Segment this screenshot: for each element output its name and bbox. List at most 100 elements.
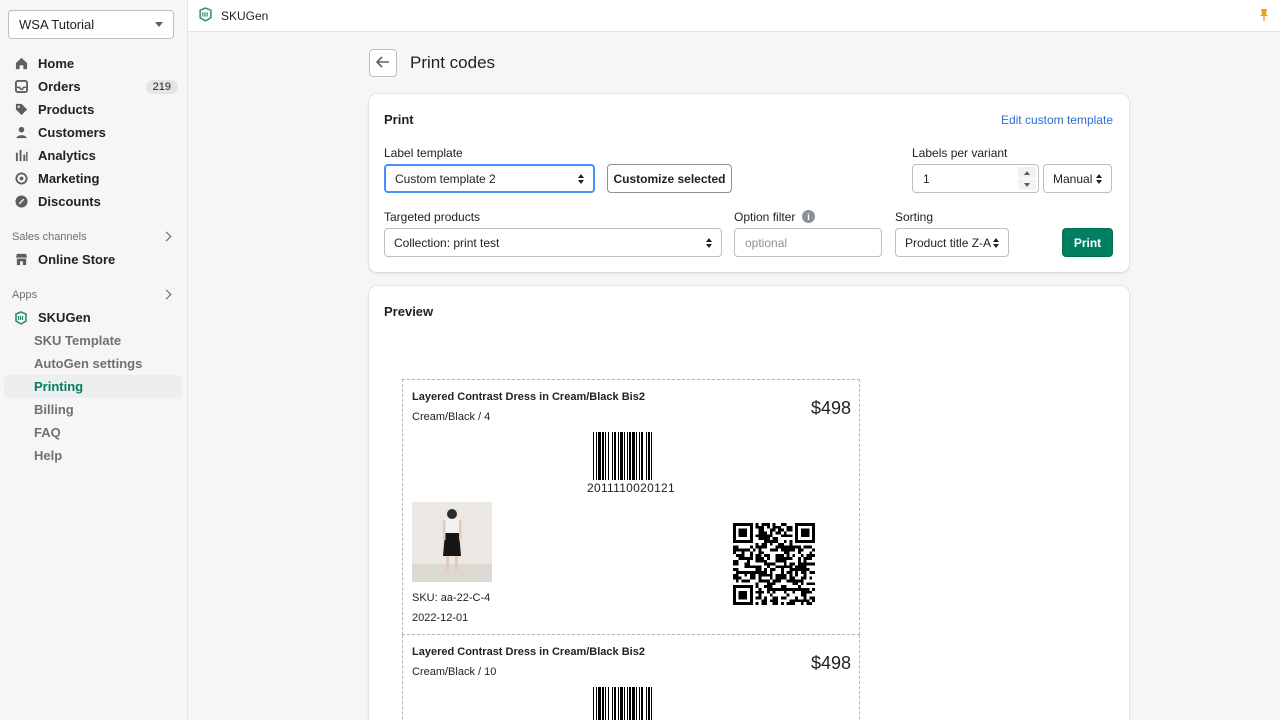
label-date: 2022-12-01 bbox=[412, 612, 469, 624]
labels-mode-select[interactable]: Manual bbox=[1043, 164, 1112, 193]
sidebar-item-label: Analytics bbox=[38, 148, 96, 163]
sidebar-item-faq[interactable]: FAQ bbox=[4, 421, 182, 444]
arrow-left-icon bbox=[375, 55, 390, 71]
select-arrows-icon bbox=[1096, 173, 1102, 184]
sidebar-item-sku-template[interactable]: SKU Template bbox=[4, 329, 182, 352]
sidebar-item-label: Online Store bbox=[38, 252, 116, 267]
store-name: WSA Tutorial bbox=[19, 17, 95, 32]
app-name: SKUGen bbox=[221, 8, 269, 23]
sidebar: WSA Tutorial Home Orders 219 Products Cu… bbox=[0, 0, 188, 720]
labels-per-variant-label: Labels per variant bbox=[912, 146, 1008, 160]
label-preview: Layered Contrast Dress in Cream/Black Bi… bbox=[402, 379, 860, 635]
sidebar-item-label: Discounts bbox=[38, 194, 101, 209]
select-arrows-icon bbox=[993, 237, 999, 248]
sidebar-item-autogen-settings[interactable]: AutoGen settings bbox=[4, 352, 182, 375]
sidebar-item-label: Marketing bbox=[38, 171, 100, 186]
home-icon bbox=[14, 57, 28, 71]
targeted-products-label: Targeted products bbox=[384, 210, 481, 224]
skugen-icon bbox=[14, 310, 28, 325]
customize-selected-button[interactable]: Customize selected bbox=[607, 164, 732, 193]
sidebar-item-label: Home bbox=[38, 56, 75, 71]
skugen-icon bbox=[198, 6, 213, 25]
barcode-image bbox=[593, 687, 652, 720]
barcode-number: 2011110020121 bbox=[587, 481, 675, 495]
sorting-label: Sorting bbox=[895, 210, 934, 224]
sidebar-item-customers[interactable]: Customers bbox=[4, 121, 182, 144]
option-filter-input[interactable]: optional bbox=[734, 228, 882, 257]
discount-icon bbox=[14, 195, 28, 209]
orders-count-badge: 219 bbox=[145, 79, 178, 94]
sidebar-item-online-store[interactable]: Online Store bbox=[4, 248, 182, 271]
label-product-title: Layered Contrast Dress in Cream/Black Bi… bbox=[412, 391, 645, 403]
edit-custom-template-link[interactable]: Edit custom template bbox=[1001, 113, 1113, 127]
print-card: Print Edit custom template Label templat… bbox=[369, 94, 1129, 272]
person-icon bbox=[14, 126, 28, 140]
bar-chart-icon bbox=[14, 149, 28, 163]
main-nav: Home Orders 219 Products Customers Analy… bbox=[4, 52, 182, 467]
store-icon bbox=[14, 253, 28, 267]
labels-mode-value: Manual bbox=[1053, 171, 1093, 186]
sidebar-item-skugen[interactable]: SKUGen bbox=[4, 306, 182, 329]
label-sku: SKU: aa-22-C-4 bbox=[412, 592, 491, 604]
preview-card: Preview Layered Contrast Dress in Cream/… bbox=[369, 286, 1129, 720]
label-product-title: Layered Contrast Dress in Cream/Black Bi… bbox=[412, 646, 645, 658]
sidebar-item-analytics[interactable]: Analytics bbox=[4, 144, 182, 167]
sales-channels-label: Sales channels bbox=[12, 230, 87, 243]
sidebar-item-home[interactable]: Home bbox=[4, 52, 182, 75]
label-template-select[interactable]: Custom template 2 bbox=[384, 164, 595, 193]
select-arrows-icon bbox=[578, 173, 584, 184]
apps-label: Apps bbox=[12, 288, 38, 301]
sorting-select[interactable]: Product title Z-A bbox=[895, 228, 1009, 257]
chevron-down-icon bbox=[155, 22, 163, 27]
sales-channels-header[interactable]: Sales channels bbox=[4, 225, 182, 248]
sidebar-item-marketing[interactable]: Marketing bbox=[4, 167, 182, 190]
chevron-right-icon bbox=[161, 231, 172, 242]
labels-per-variant-value: 1 bbox=[923, 171, 930, 186]
targeted-products-select[interactable]: Collection: print test bbox=[384, 228, 722, 257]
sidebar-item-label: Products bbox=[38, 102, 95, 117]
orders-icon bbox=[14, 80, 28, 94]
select-arrows-icon bbox=[706, 237, 712, 248]
app-topbar: SKUGen bbox=[188, 0, 1280, 32]
sidebar-item-label: Customers bbox=[38, 125, 106, 140]
apps-header[interactable]: Apps bbox=[4, 283, 182, 306]
barcode-image bbox=[593, 432, 652, 480]
label-price: $498 bbox=[810, 653, 851, 673]
preview-title: Preview bbox=[384, 304, 434, 319]
label-price: $498 bbox=[810, 398, 851, 418]
labels-per-variant-input[interactable]: 1 bbox=[912, 164, 1039, 193]
label-template-value: Custom template 2 bbox=[395, 171, 496, 186]
option-filter-label: Option filter bbox=[734, 210, 796, 224]
pin-icon[interactable] bbox=[1258, 8, 1270, 25]
page-title: Print codes bbox=[410, 53, 496, 72]
back-button[interactable] bbox=[369, 49, 397, 77]
info-icon[interactable]: i bbox=[802, 210, 815, 223]
quantity-stepper[interactable] bbox=[1018, 167, 1036, 190]
option-filter-placeholder: optional bbox=[745, 235, 788, 250]
sorting-value: Product title Z-A bbox=[905, 235, 992, 250]
label-variant: Cream/Black / 10 bbox=[412, 666, 497, 678]
target-icon bbox=[14, 172, 28, 186]
sidebar-item-billing[interactable]: Billing bbox=[4, 398, 182, 421]
targeted-products-value: Collection: print test bbox=[394, 235, 500, 250]
stepper-up-icon[interactable] bbox=[1018, 167, 1036, 178]
label-template-label: Label template bbox=[384, 146, 463, 160]
sidebar-item-label: Orders bbox=[38, 79, 81, 94]
label-preview: Layered Contrast Dress in Cream/Black Bi… bbox=[402, 635, 860, 720]
chevron-right-icon bbox=[161, 289, 172, 300]
sidebar-item-discounts[interactable]: Discounts bbox=[4, 190, 182, 213]
sidebar-item-printing[interactable]: Printing bbox=[4, 375, 182, 398]
print-button[interactable]: Print bbox=[1062, 228, 1113, 257]
page-header: Print codes bbox=[369, 49, 495, 77]
product-image bbox=[412, 502, 492, 582]
sidebar-item-products[interactable]: Products bbox=[4, 98, 182, 121]
label-variant: Cream/Black / 4 bbox=[412, 411, 491, 423]
sidebar-item-help[interactable]: Help bbox=[4, 444, 182, 467]
tag-icon bbox=[14, 103, 28, 117]
print-card-title: Print bbox=[384, 112, 414, 127]
store-selector[interactable]: WSA Tutorial bbox=[8, 10, 174, 39]
sidebar-item-label: SKUGen bbox=[38, 310, 91, 325]
sidebar-item-orders[interactable]: Orders 219 bbox=[4, 75, 182, 98]
stepper-down-icon[interactable] bbox=[1018, 179, 1036, 190]
qr-code-image bbox=[733, 523, 815, 605]
